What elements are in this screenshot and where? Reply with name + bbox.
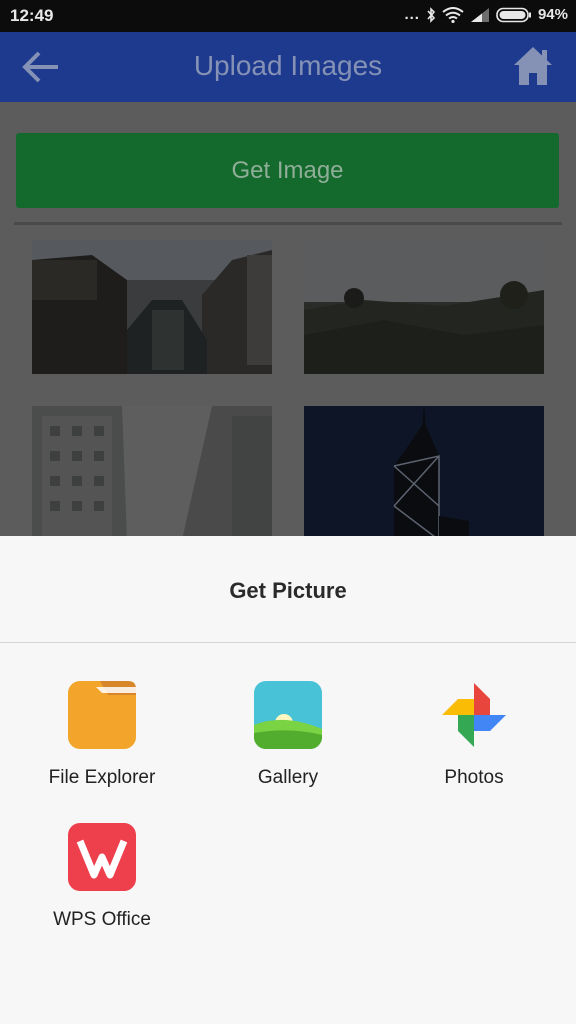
canal-town-photo xyxy=(32,240,272,374)
page-title: Upload Images xyxy=(193,50,383,81)
app-label: File Explorer xyxy=(48,767,156,788)
app-label: Photos xyxy=(444,767,504,788)
app-label: WPS Office xyxy=(53,909,151,930)
app-bar: Upload Images xyxy=(0,32,576,102)
home-button[interactable] xyxy=(512,44,554,88)
get-picture-sheet: Get Picture File Explorer Gallery Photos… xyxy=(0,536,576,1024)
image-thumbnail[interactable] xyxy=(304,240,544,374)
apartment-buildings-photo xyxy=(32,406,272,536)
app-wps-office[interactable]: WPS Office xyxy=(12,823,192,931)
sheet-divider xyxy=(0,642,576,643)
status-bar: 12:49 ... 94% xyxy=(0,0,576,32)
sheet-title: Get Picture xyxy=(229,578,347,603)
pinwheel-icon xyxy=(440,681,508,749)
app-gallery[interactable]: Gallery xyxy=(198,681,378,789)
get-image-button[interactable]: Get Image xyxy=(16,133,559,208)
app-photos[interactable]: Photos xyxy=(384,681,564,789)
folder-icon xyxy=(68,681,136,749)
battery-icon xyxy=(496,7,532,23)
signal-icon xyxy=(470,7,490,23)
bluetooth-icon xyxy=(426,6,436,23)
home-icon xyxy=(512,47,554,92)
main-content: Get Image xyxy=(0,102,576,536)
app-file-explorer[interactable]: File Explorer xyxy=(12,681,192,789)
app-label: Gallery xyxy=(257,767,319,788)
wps-icon xyxy=(68,823,136,891)
notification-dots: ... xyxy=(404,6,420,23)
hill-city-view-photo xyxy=(304,240,544,374)
gallery-icon xyxy=(254,681,322,749)
image-thumbnail[interactable] xyxy=(32,240,272,374)
divider xyxy=(14,222,562,225)
image-thumbnail[interactable] xyxy=(32,406,272,536)
status-icons: ... 94% xyxy=(404,6,568,23)
wifi-icon xyxy=(442,6,464,23)
tower-night-photo xyxy=(304,406,544,536)
status-time: 12:49 xyxy=(10,6,54,25)
battery-percent: 94% xyxy=(537,6,568,23)
image-thumbnail[interactable] xyxy=(304,406,544,536)
